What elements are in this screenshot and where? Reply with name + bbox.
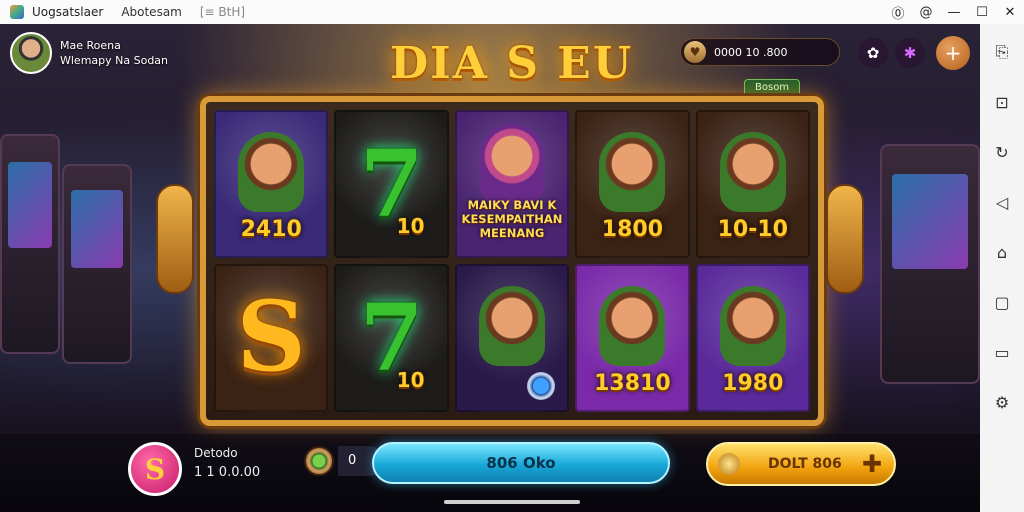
reel-cell <box>454 264 570 412</box>
settings-icon[interactable]: ⚙ <box>988 388 1016 416</box>
help-icon[interactable]: ⓪ <box>884 0 912 24</box>
bonus-badge[interactable]: Bosom <box>744 79 801 97</box>
keyboard-icon[interactable]: ⎘ <box>988 38 1016 66</box>
emulator-sidebar: ⎘ ⊡ ↻ ◁ ⌂ ▢ ▭ ⚙ <box>980 24 1024 512</box>
window-titlebar: Uogsatslaer Abotesam [≡ BtH] ⓪ @ — ☐ ✕ <box>0 0 1024 24</box>
maximize-button[interactable]: ☐ <box>968 0 996 24</box>
screenshot-icon[interactable]: ⊡ <box>988 88 1016 116</box>
reel-cell: 7 10 <box>334 264 449 412</box>
character-portrait <box>599 286 666 367</box>
player-profile[interactable]: Mae Roena Wlemapy Na Sodan <box>10 32 168 74</box>
close-button[interactable]: ✕ <box>996 0 1024 24</box>
character-portrait <box>599 132 666 213</box>
player-subtitle: Wlemapy Na Sodan <box>60 54 169 67</box>
character-portrait <box>478 286 545 367</box>
avatar[interactable] <box>10 32 52 74</box>
balance-display[interactable]: ♥ 0000 10 .800 <box>680 38 840 66</box>
coin-icon <box>718 453 740 475</box>
reel-cell: 7 10 <box>334 110 449 258</box>
menu-item-2[interactable]: [≡ BtH] <box>200 5 245 19</box>
minimize-button[interactable]: — <box>940 0 968 24</box>
heart-icon: ♥ <box>684 41 706 63</box>
player-name: Mae Roena <box>60 39 121 52</box>
app-icon <box>10 5 24 19</box>
recent-apps-icon[interactable]: ▢ <box>988 288 1016 316</box>
frame-ornament-right <box>826 184 864 294</box>
bet-info: Detodo 1 1 0.0.00 <box>194 443 260 483</box>
promo-text-line: MEENANG <box>479 226 545 240</box>
arcade-machine-left <box>0 134 60 354</box>
dollar-s-symbol: S <box>236 280 306 393</box>
account-icon[interactable]: @ <box>912 0 940 24</box>
plus-icon: ✚ <box>861 450 882 478</box>
symbol-value: 10 <box>396 214 425 238</box>
window-controls: ⓪ @ — ☐ ✕ <box>884 0 1024 24</box>
character-portrait <box>478 123 545 204</box>
promo-text-line: KESEMPAITHAN <box>461 212 563 226</box>
reel-cell: 13810 <box>575 264 690 412</box>
back-icon[interactable]: ◁ <box>988 188 1016 216</box>
add-funds-button[interactable]: + <box>936 36 970 70</box>
reel-cell: 2410 <box>214 110 329 258</box>
promo-text: MAIKY BAVI K KESEMPAITHAN MEENANG <box>461 198 563 240</box>
settings-gear-icon[interactable]: ✱ <box>895 38 925 68</box>
rotate-icon[interactable]: ↻ <box>988 138 1016 166</box>
symbol-value: 2410 <box>240 217 302 242</box>
coin-icon <box>527 372 556 400</box>
bet-value: 1 1 0.0.00 <box>194 465 261 480</box>
arcade-machine-left-2 <box>62 164 132 364</box>
reel-cell: 1980 <box>695 264 810 412</box>
game-logo: DIA S EU <box>390 38 634 89</box>
promo-text-line: MAIKY BAVI K <box>467 198 557 212</box>
character-portrait <box>238 132 305 213</box>
bet-label: Detodo <box>194 446 238 460</box>
coin-chip-icon[interactable] <box>304 446 334 476</box>
window-title: Uogsatslaer <box>32 5 104 19</box>
character-portrait <box>719 132 786 213</box>
symbol-value: 1980 <box>722 371 784 396</box>
reel-cell: 10-10 <box>695 110 810 258</box>
reel-grid: 2410 7 10 MAIKY BAVI K KESEMPAITHAN MEENANG 18… <box>214 110 810 412</box>
reel-cell: MAIKY BAVI K KESEMPAITHAN MEENANG <box>454 110 570 258</box>
character-portrait <box>719 286 786 367</box>
spin-button[interactable]: 806 Oko <box>372 442 670 484</box>
arcade-machine-right <box>880 144 980 384</box>
game-canvas: Mae Roena Wlemapy Na Sodan DIA S EU ♥ 00… <box>0 24 980 512</box>
reel-cell: 1800 <box>575 110 690 258</box>
symbol-value: 10-10 <box>717 217 788 242</box>
symbol-value: 10 <box>396 368 425 392</box>
balance-value: 0000 10 .800 <box>714 45 788 59</box>
clover-icon[interactable]: ✿ <box>858 38 888 68</box>
menu-s-button[interactable]: S <box>128 442 182 496</box>
volume-icon[interactable]: ▭ <box>988 338 1016 366</box>
menu-item-1[interactable]: Abotesam <box>121 5 182 19</box>
reel-cell: S <box>214 264 329 412</box>
auto-play-label: DOLT 806 <box>768 456 842 472</box>
home-indicator[interactable] <box>444 500 580 504</box>
frame-ornament-left <box>156 184 194 294</box>
symbol-value: 1800 <box>601 217 663 242</box>
home-icon[interactable]: ⌂ <box>988 238 1016 266</box>
symbol-value: 13810 <box>594 371 671 396</box>
auto-play-button[interactable]: DOLT 806 ✚ <box>706 442 896 486</box>
reel-frame: 2410 7 10 MAIKY BAVI K KESEMPAITHAN MEENANG 18… <box>200 96 824 426</box>
